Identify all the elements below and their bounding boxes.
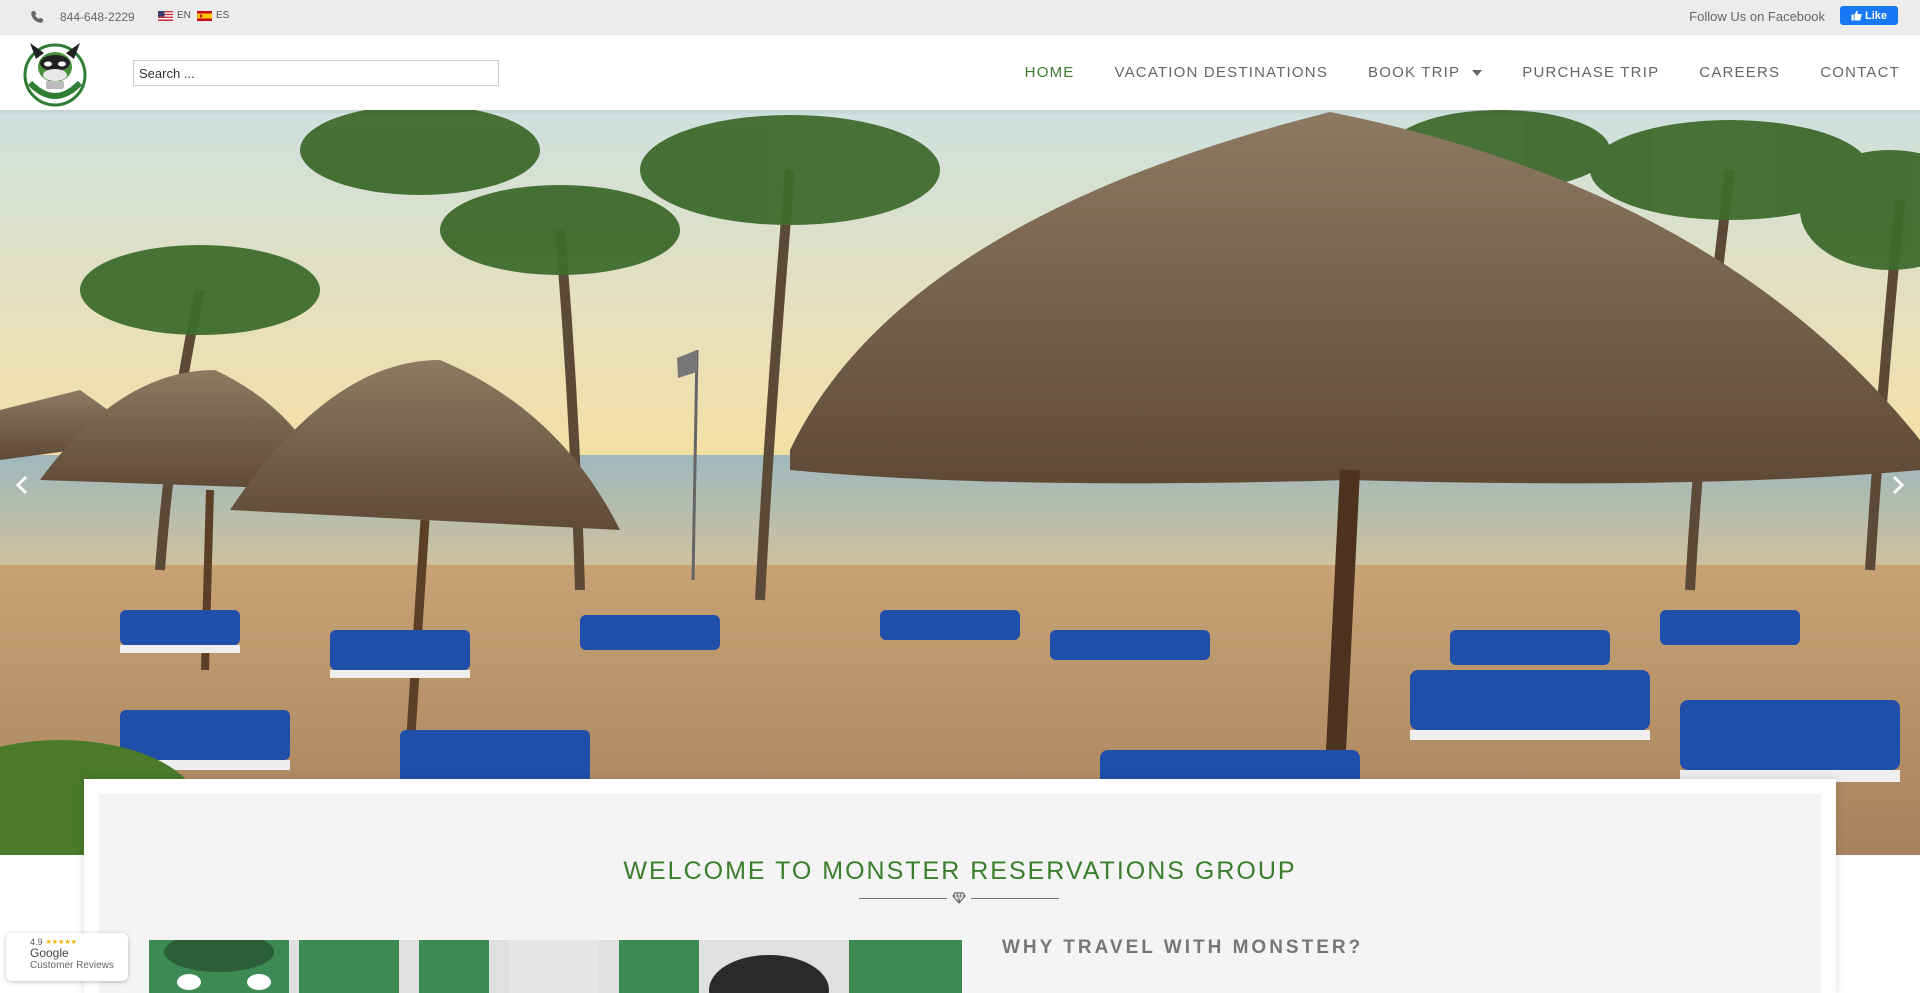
logo-icon[interactable] (22, 39, 88, 107)
phone-contact[interactable]: 844-648-2229 (30, 10, 135, 24)
nav-home[interactable]: HOME (1025, 64, 1075, 81)
nav-book-trip[interactable]: BOOK TRIP (1368, 64, 1483, 81)
language-en-label: EN (177, 10, 191, 21)
slider-next-arrow[interactable] (1886, 470, 1910, 500)
nav-vacation-destinations[interactable]: VACATION DESTINATIONS (1114, 64, 1328, 81)
nav-contact[interactable]: CONTACT (1820, 64, 1900, 81)
language-es-label: ES (216, 10, 230, 21)
divider-line-left (859, 897, 947, 899)
phone-icon (31, 10, 44, 23)
google-reviews-badge[interactable]: 4.9 ★★★★★ Google Customer Reviews (6, 933, 128, 981)
video-thumbnail-image (149, 940, 962, 993)
main-nav: HOME VACATION DESTINATIONS BOOK TRIP PUR… (1005, 35, 1920, 110)
diamond-icon (952, 892, 966, 904)
hero-image (0, 110, 1920, 855)
why-travel-heading: WHY TRAVEL WITH MONSTER? (1002, 937, 1364, 958)
top-bar: 844-648-2229 EN ES Follow Us on Facebook… (0, 0, 1920, 35)
slider-prev-arrow[interactable] (10, 470, 34, 500)
welcome-section: WELCOME TO MONSTER RESERVATIONS GROUP WH… (84, 779, 1836, 993)
video-thumbnail[interactable] (149, 940, 962, 993)
follow-facebook-text: Follow Us on Facebook (1689, 9, 1825, 24)
us-flag-icon (158, 10, 173, 21)
chevron-down-icon (1472, 69, 1483, 76)
language-es[interactable]: ES (197, 10, 229, 21)
section-divider (859, 891, 1059, 905)
hero-slider (0, 110, 1920, 855)
site-header: HOME VACATION DESTINATIONS BOOK TRIP PUR… (0, 35, 1920, 110)
phone-number: 844-648-2229 (60, 10, 135, 24)
nav-book-trip-label: BOOK TRIP (1368, 64, 1461, 81)
search-input[interactable] (133, 60, 499, 86)
chevron-right-icon (1892, 475, 1905, 495)
facebook-like-button[interactable]: Like (1840, 6, 1898, 25)
divider-line-right (971, 897, 1059, 899)
facebook-thumb-icon (1851, 10, 1862, 21)
welcome-title: WELCOME TO MONSTER RESERVATIONS GROUP (623, 857, 1297, 885)
nav-careers[interactable]: CAREERS (1699, 64, 1780, 81)
nav-purchase-trip[interactable]: PURCHASE TRIP (1522, 64, 1659, 81)
language-en[interactable]: EN (158, 10, 191, 21)
spain-flag-icon (197, 10, 212, 21)
google-stars: ★★★★★ (45, 939, 77, 946)
google-subtitle: Customer Reviews (30, 960, 114, 971)
welcome-panel: WELCOME TO MONSTER RESERVATIONS GROUP WH… (99, 794, 1821, 993)
google-name: Google (30, 946, 69, 960)
facebook-like-label: Like (1864, 9, 1887, 22)
chevron-left-icon (15, 475, 28, 495)
